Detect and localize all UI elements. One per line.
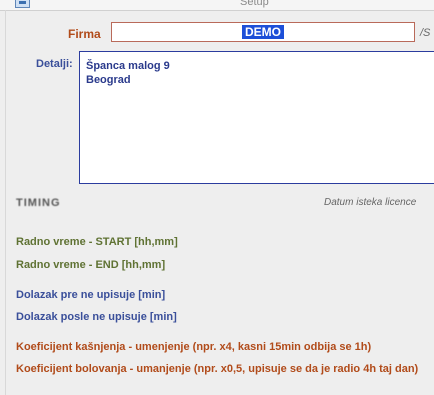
koef-bolovanja-label: Koeficijent bolovanja - umanjenje (npr. … [16,363,419,375]
detalji-line: Beograd [86,74,131,86]
app-icon [15,0,30,8]
radno-start-label: Radno vreme - START [hh,mm] [16,236,178,248]
dolazak-pre-label: Dolazak pre ne upisuje [min] [16,289,166,301]
detalji-line: Španca malog 9 [86,60,170,72]
firma-value[interactable]: DEMO [242,25,284,39]
firma-label: Firma [68,27,101,41]
detalji-textarea[interactable]: Španca malog 9 Beograd [79,51,434,184]
setup-form: Firma DEMO /S Detalji: Španca malog 9 Be… [5,10,434,395]
firma-trailing-text: /S [420,27,431,39]
koef-kasnjenja-label: Koeficijent kašnjenja - umenjenje (npr. … [16,341,372,353]
window-title: Setup [240,0,269,8]
detalji-label: Detalji: [36,58,73,70]
timing-section-label: TIMING [16,197,61,209]
license-expiry-hint: Datum isteka licence [324,197,417,208]
dolazak-posle-label: Dolazak posle ne upisuje [min] [16,311,177,323]
radno-end-label: Radno vreme - END [hh,mm] [16,259,166,271]
firma-input[interactable]: DEMO [111,22,415,42]
